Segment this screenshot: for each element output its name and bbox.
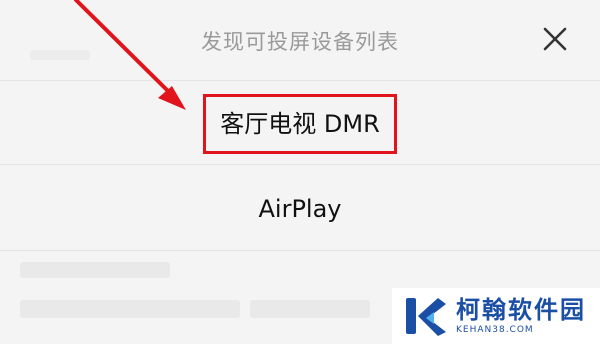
close-icon (543, 27, 567, 51)
watermark-name: 柯翰软件园 (456, 296, 586, 324)
device-label-highlight: 客厅电视 DMR (203, 94, 397, 154)
blurred-content (20, 300, 240, 318)
sheet-title: 发现可投屏设备列表 (201, 30, 399, 54)
watermark: 柯翰软件园 KEHAN38.COM (392, 288, 600, 344)
device-label: 客厅电视 DMR (220, 110, 380, 138)
blurred-content (250, 300, 370, 318)
divider (0, 250, 600, 251)
divider (0, 164, 600, 165)
device-label: AirPlay (258, 195, 342, 223)
watermark-url: KEHAN38.COM (456, 325, 534, 335)
sheet-header: 发现可投屏设备列表 (0, 0, 600, 80)
device-item-living-room-tv[interactable]: 客厅电视 DMR (0, 94, 600, 164)
blurred-content (30, 50, 90, 60)
device-item-airplay[interactable]: AirPlay (0, 186, 600, 236)
kehan-logo-icon (406, 298, 446, 336)
blurred-content (20, 262, 170, 278)
divider (0, 80, 600, 81)
close-button[interactable] (538, 22, 572, 56)
